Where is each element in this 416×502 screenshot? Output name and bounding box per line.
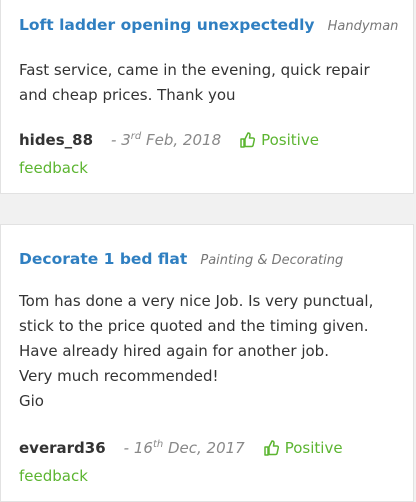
review-date: - 3rd Feb, 2018 bbox=[111, 131, 221, 149]
review-text-line: Have already hired again for another job… bbox=[19, 342, 329, 360]
feedback-label-cont: feedback bbox=[19, 159, 88, 177]
date-ordinal: rd bbox=[130, 131, 142, 142]
date-month-year: Dec, 2017 bbox=[163, 439, 245, 457]
review-text-line: Tom has done a very nice Job. Is very pu… bbox=[19, 292, 374, 310]
review-header: Decorate 1 bed flat Painting & Decoratin… bbox=[19, 249, 405, 268]
date-month-year: Feb, 2018 bbox=[141, 131, 222, 149]
review-title[interactable]: Loft ladder opening unexpectedly bbox=[19, 16, 315, 34]
review-text-line: stick to the price quoted and the timing… bbox=[19, 317, 369, 335]
feedback-rating: Positive bbox=[263, 439, 343, 457]
review-date: - 16th Dec, 2017 bbox=[124, 439, 245, 457]
reviewer-name[interactable]: everard36 bbox=[19, 439, 106, 457]
review-meta: everard36 - 16th Dec, 2017 Positive feedba… bbox=[19, 432, 405, 489]
review-card: Loft ladder opening unexpectedly Handyma… bbox=[0, 0, 414, 194]
feedback-label: Positive bbox=[284, 439, 343, 457]
thumbs-up-icon bbox=[263, 439, 279, 464]
review-header: Loft ladder opening unexpectedly Handyma… bbox=[19, 15, 405, 34]
review-title[interactable]: Decorate 1 bed flat bbox=[19, 250, 187, 268]
date-day: - 3 bbox=[111, 131, 131, 149]
review-text: Fast service, came in the evening, quick… bbox=[19, 58, 403, 108]
review-text: Tom has done a very nice Job. Is very pu… bbox=[19, 289, 403, 414]
review-text-line: Gio bbox=[19, 392, 44, 410]
reviewer-name[interactable]: hides_88 bbox=[19, 131, 93, 149]
feedback-rating: Positive bbox=[239, 131, 319, 149]
date-ordinal: th bbox=[152, 439, 164, 450]
review-text-line: Fast service, came in the evening, quick… bbox=[19, 61, 370, 79]
review-text-line: and cheap prices. Thank you bbox=[19, 86, 236, 104]
review-category: Handyman bbox=[327, 19, 399, 34]
thumbs-up-icon bbox=[239, 131, 256, 156]
review-card: Decorate 1 bed flat Painting & Decoratin… bbox=[0, 224, 414, 502]
review-meta: hides_88 - 3rd Feb, 2018 Positive feedback bbox=[19, 124, 405, 181]
review-category: Painting & Decorating bbox=[200, 253, 344, 268]
feedback-label-cont: feedback bbox=[19, 467, 88, 485]
review-text-line: Very much recommended! bbox=[19, 367, 219, 385]
feedback-label: Positive bbox=[261, 131, 319, 149]
date-day: - 16 bbox=[123, 439, 153, 457]
